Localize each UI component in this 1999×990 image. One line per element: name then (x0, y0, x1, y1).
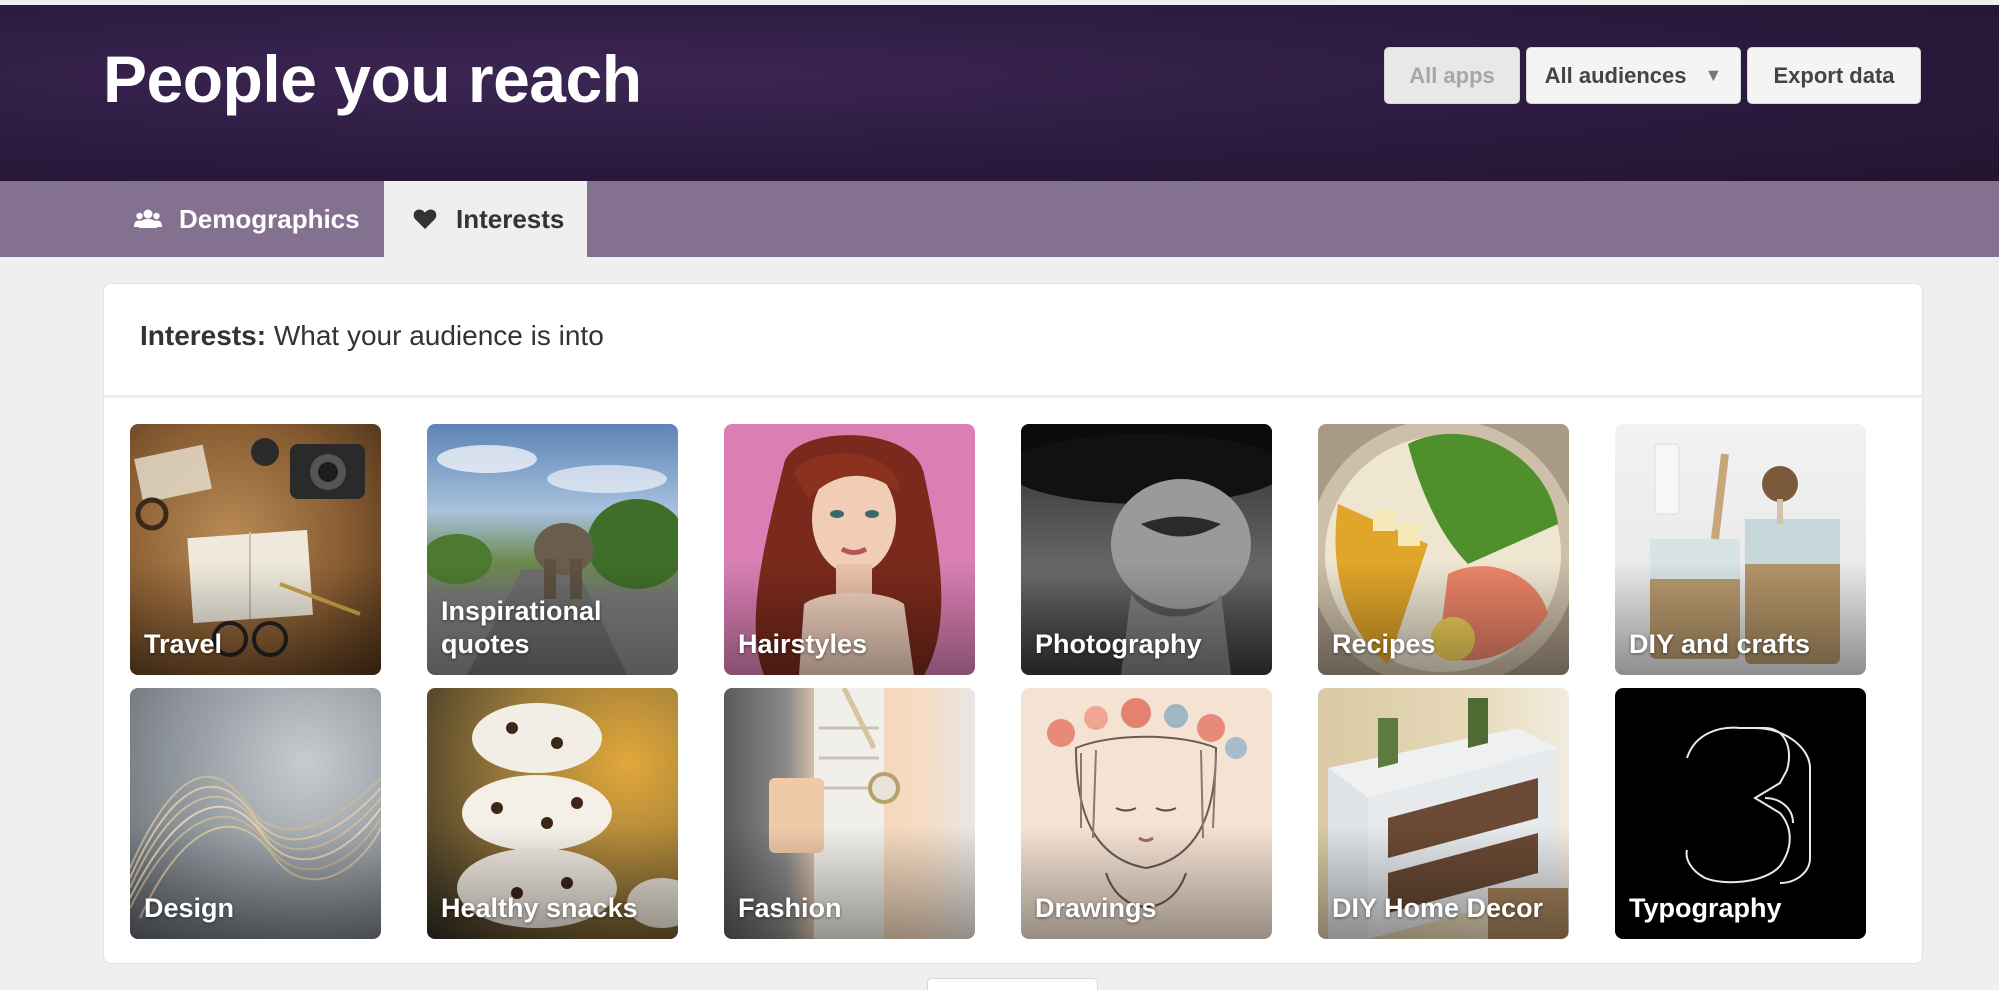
interest-tile-design[interactable]: Design (130, 688, 381, 939)
load-more-tab[interactable] (927, 978, 1098, 990)
interest-tile-travel[interactable]: Travel (130, 424, 381, 675)
divider (104, 395, 1922, 398)
interest-label: Travel (144, 629, 223, 659)
interest-tile-photography[interactable]: Photography (1021, 424, 1272, 675)
interests-heading-text: What your audience is into (266, 320, 604, 351)
chevron-down-icon: ▼ (1704, 65, 1723, 85)
interest-label: Drawings (1035, 893, 1157, 923)
tab-bar: Demographics Interests (0, 181, 1999, 257)
interest-tile-diy-home-decor[interactable]: DIY Home Decor (1318, 688, 1569, 939)
interest-label: Inspirational quotes (441, 596, 602, 659)
interest-label: DIY and crafts (1629, 629, 1811, 659)
interest-label: Fashion (738, 893, 842, 923)
interest-label: Typography (1629, 893, 1782, 923)
interest-tile-drawings[interactable]: Drawings (1021, 688, 1272, 939)
interest-tile-recipes[interactable]: Recipes (1318, 424, 1569, 675)
tab-interests-label: Interests (456, 203, 565, 234)
all-apps-button[interactable]: All apps (1384, 47, 1520, 104)
interest-tile-typography[interactable]: Typography (1615, 688, 1866, 939)
interests-heading: Interests: What your audience is into (140, 320, 604, 352)
interests-heading-strong: Interests: (140, 320, 267, 351)
interest-label: Design (144, 893, 235, 923)
interests-card: Interests: What your audience is into Tr… (103, 283, 1923, 964)
interest-tile-diy-and-crafts[interactable]: DIY and crafts (1615, 424, 1866, 675)
interest-tile-fashion[interactable]: Fashion (724, 688, 975, 939)
interest-tile-inspirational-quotes[interactable]: Inspirational quotes (427, 424, 678, 675)
interest-label: Photography (1035, 629, 1202, 659)
heart-icon (410, 208, 440, 230)
page-title: People you reach (103, 42, 642, 116)
interest-tile-hairstyles[interactable]: Hairstyles (724, 424, 975, 675)
users-icon (133, 208, 163, 230)
all-audiences-dropdown[interactable]: All audiences ▼ (1526, 47, 1741, 104)
tab-interests[interactable]: Interests (384, 181, 587, 257)
interest-label: Hairstyles (738, 629, 868, 659)
tab-demographics[interactable]: Demographics (103, 181, 384, 257)
interest-tile-healthy-snacks[interactable]: Healthy snacks (427, 688, 678, 939)
interest-label: Healthy snacks (441, 893, 638, 923)
interest-label: Recipes (1332, 629, 1436, 659)
all-audiences-label: All audiences (1544, 62, 1687, 88)
tab-demographics-label: Demographics (179, 203, 360, 234)
page-header: People you reach All apps All audiences … (0, 5, 1999, 181)
interest-label: DIY Home Decor (1332, 893, 1544, 923)
export-data-button[interactable]: Export data (1747, 47, 1921, 104)
